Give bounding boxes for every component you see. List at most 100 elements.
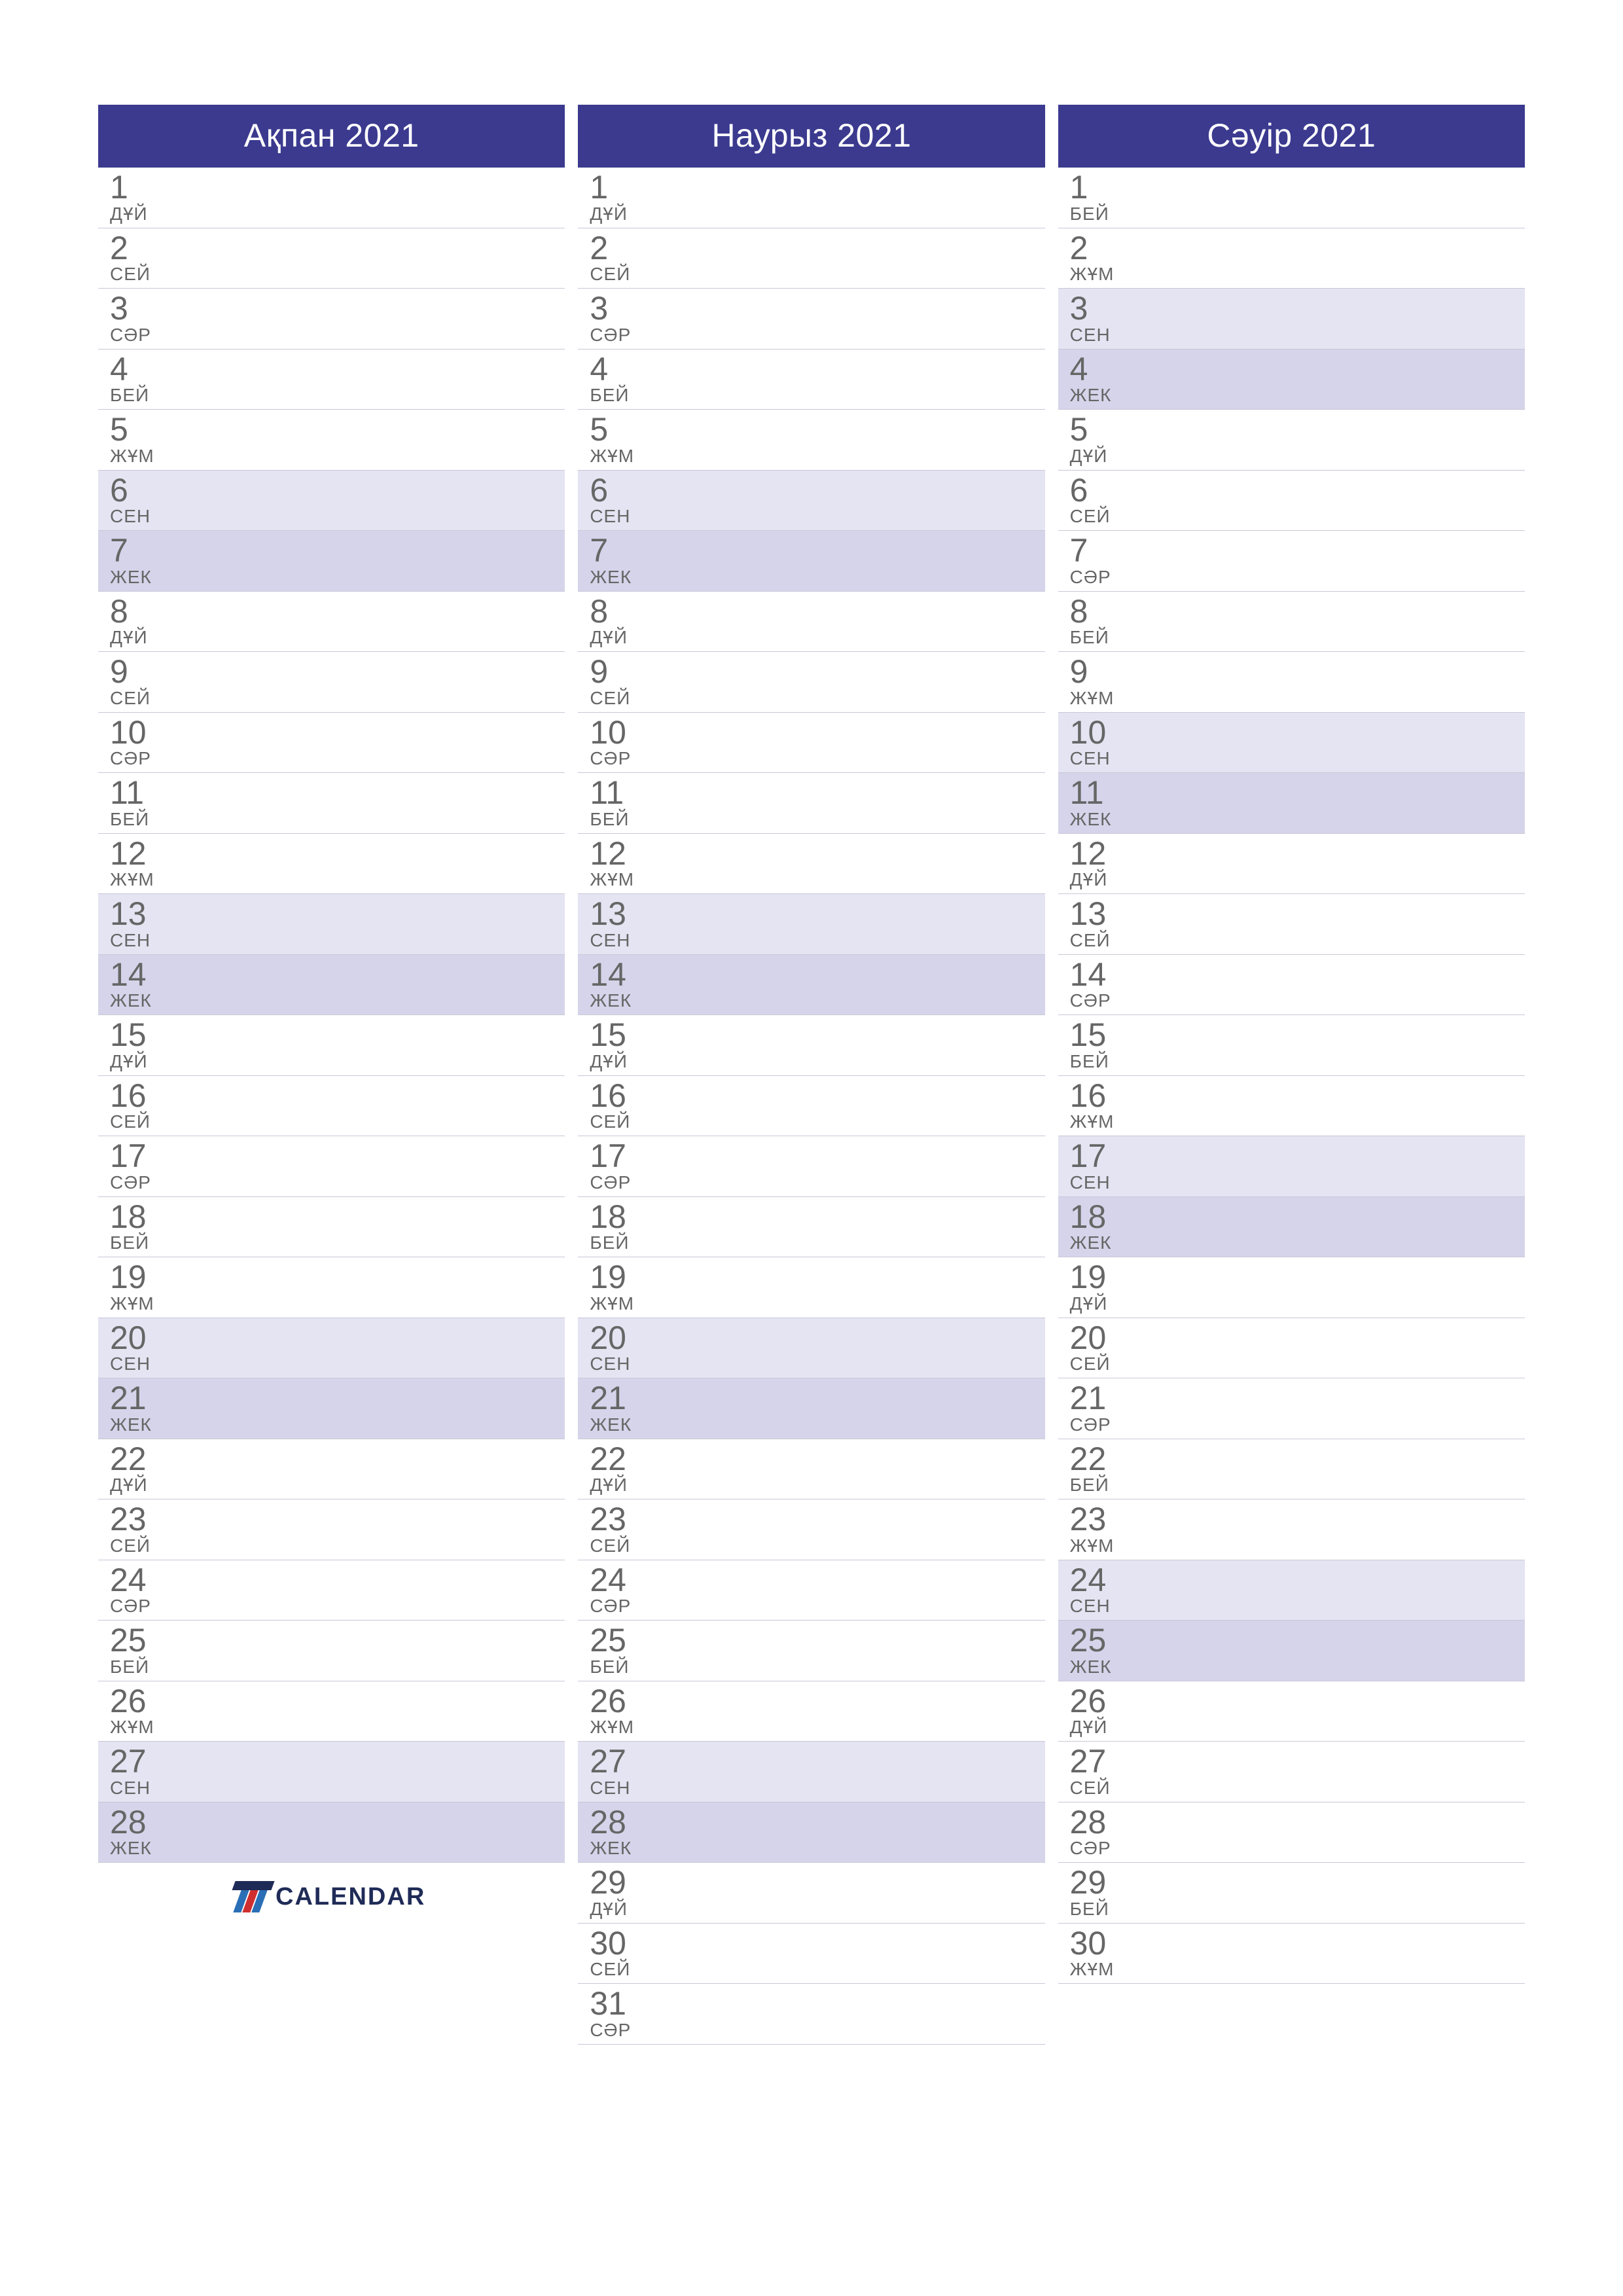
day-number: 25 — [1070, 1623, 1525, 1658]
day-number: 23 — [590, 1502, 1044, 1537]
day-number: 25 — [590, 1623, 1044, 1658]
day-weekday: ДҰЙ — [110, 627, 565, 648]
day-number: 23 — [1070, 1502, 1525, 1537]
logo-text: CALENDAR — [276, 1883, 425, 1911]
day-cell: 7ЖЕК — [578, 531, 1044, 592]
day-cell: 7СӘР — [1058, 531, 1525, 592]
day-number: 27 — [590, 1744, 1044, 1779]
day-number: 8 — [110, 594, 565, 629]
day-cell: 9ЖҰМ — [1058, 652, 1525, 713]
day-number: 18 — [1070, 1200, 1525, 1234]
day-cell: 18БЕЙ — [98, 1197, 565, 1258]
day-weekday: БЕЙ — [590, 1657, 1044, 1677]
day-weekday: БЕЙ — [1070, 204, 1525, 224]
day-number: 17 — [1070, 1139, 1525, 1174]
day-number: 24 — [110, 1563, 565, 1598]
day-cell: 11ЖЕК — [1058, 773, 1525, 834]
day-weekday: СЕЙ — [110, 1111, 565, 1132]
day-number: 5 — [590, 412, 1044, 447]
day-weekday: ЖЕК — [590, 567, 1044, 588]
day-number: 8 — [1070, 594, 1525, 629]
day-number: 16 — [110, 1079, 565, 1113]
day-weekday: СЕН — [110, 1778, 565, 1799]
day-weekday: БЕЙ — [110, 809, 565, 830]
day-cell: 6СЕЙ — [1058, 471, 1525, 531]
day-cell: 9СЕЙ — [98, 652, 565, 713]
day-weekday: СЕЙ — [1070, 506, 1525, 527]
day-cell: 29БЕЙ — [1058, 1863, 1525, 1924]
day-number: 13 — [590, 897, 1044, 931]
day-number: 28 — [590, 1805, 1044, 1840]
day-cell: 27СЕН — [578, 1742, 1044, 1803]
day-number: 22 — [1070, 1442, 1525, 1477]
day-cell: 1БЕЙ — [1058, 168, 1525, 228]
day-cell: 25БЕЙ — [578, 1621, 1044, 1681]
day-weekday: ЖҰМ — [590, 446, 1044, 467]
day-weekday: СЕЙ — [590, 1111, 1044, 1132]
day-number: 15 — [590, 1018, 1044, 1052]
day-cell: 28ЖЕК — [98, 1803, 565, 1863]
day-weekday: СЕН — [590, 1354, 1044, 1374]
day-cell: 12ДҰЙ — [1058, 834, 1525, 895]
day-cell: 20СЕН — [98, 1318, 565, 1379]
day-weekday: СЕЙ — [1070, 930, 1525, 951]
day-weekday: ЖЕК — [110, 567, 565, 588]
day-number: 16 — [590, 1079, 1044, 1113]
day-number: 28 — [1070, 1805, 1525, 1840]
day-cell: 19ЖҰМ — [98, 1257, 565, 1318]
day-number: 5 — [110, 412, 565, 447]
day-cell: 24СӘР — [578, 1560, 1044, 1621]
day-weekday: ЖҰМ — [590, 1717, 1044, 1738]
day-weekday: СЕН — [110, 1354, 565, 1374]
day-cell: 11БЕЙ — [98, 773, 565, 834]
day-cell: 2СЕЙ — [98, 228, 565, 289]
day-number: 7 — [110, 533, 565, 568]
day-number: 3 — [590, 291, 1044, 326]
day-number: 17 — [590, 1139, 1044, 1174]
day-cell: 12ЖҰМ — [98, 834, 565, 895]
day-cell: 3СӘР — [578, 289, 1044, 350]
day-weekday: СӘР — [590, 2020, 1044, 2041]
day-number: 31 — [590, 1986, 1044, 2021]
day-weekday: СЕН — [110, 930, 565, 951]
day-number: 26 — [590, 1684, 1044, 1719]
day-number: 24 — [1070, 1563, 1525, 1598]
day-weekday: БЕЙ — [110, 1657, 565, 1677]
day-cell: 8ДҰЙ — [578, 592, 1044, 653]
day-weekday: ДҰЙ — [1070, 1717, 1525, 1738]
day-number: 6 — [110, 473, 565, 508]
day-weekday: СЕЙ — [110, 1535, 565, 1556]
day-number: 13 — [110, 897, 565, 931]
day-cell: 15БЕЙ — [1058, 1015, 1525, 1076]
day-cell: 1ДҰЙ — [98, 168, 565, 228]
day-cell: 17СӘР — [578, 1136, 1044, 1197]
day-weekday: ЖҰМ — [110, 1293, 565, 1314]
day-number: 9 — [590, 655, 1044, 689]
day-weekday: СЕН — [590, 506, 1044, 527]
day-number: 21 — [110, 1381, 565, 1416]
day-weekday: ДҰЙ — [590, 1051, 1044, 1072]
day-number: 18 — [590, 1200, 1044, 1234]
day-cell: 2ЖҰМ — [1058, 228, 1525, 289]
day-number: 10 — [110, 715, 565, 750]
day-number: 21 — [1070, 1381, 1525, 1416]
day-cell: 25ЖЕК — [1058, 1621, 1525, 1681]
day-cell: 10СЕН — [1058, 713, 1525, 774]
day-number: 2 — [590, 231, 1044, 266]
day-cell: 13СЕЙ — [1058, 894, 1525, 955]
day-number: 14 — [1070, 958, 1525, 992]
day-number: 4 — [110, 352, 565, 387]
day-weekday: СЕЙ — [110, 264, 565, 285]
day-weekday: СЕН — [1070, 748, 1525, 769]
month-column: Сәуір 20211БЕЙ2ЖҰМ3СЕН4ЖЕК5ДҰЙ6СЕЙ7СӘР8Б… — [1058, 105, 1525, 2045]
day-cell: 22БЕЙ — [1058, 1439, 1525, 1500]
day-cell: 14ЖЕК — [578, 955, 1044, 1016]
day-number: 19 — [110, 1260, 565, 1295]
day-cell: 29ДҰЙ — [578, 1863, 1044, 1924]
day-weekday: ЖҰМ — [590, 1293, 1044, 1314]
day-weekday: ДҰЙ — [110, 1475, 565, 1496]
day-weekday: БЕЙ — [1070, 627, 1525, 648]
day-number: 22 — [110, 1442, 565, 1477]
day-number: 1 — [590, 170, 1044, 205]
day-cell: 4ЖЕК — [1058, 350, 1525, 410]
